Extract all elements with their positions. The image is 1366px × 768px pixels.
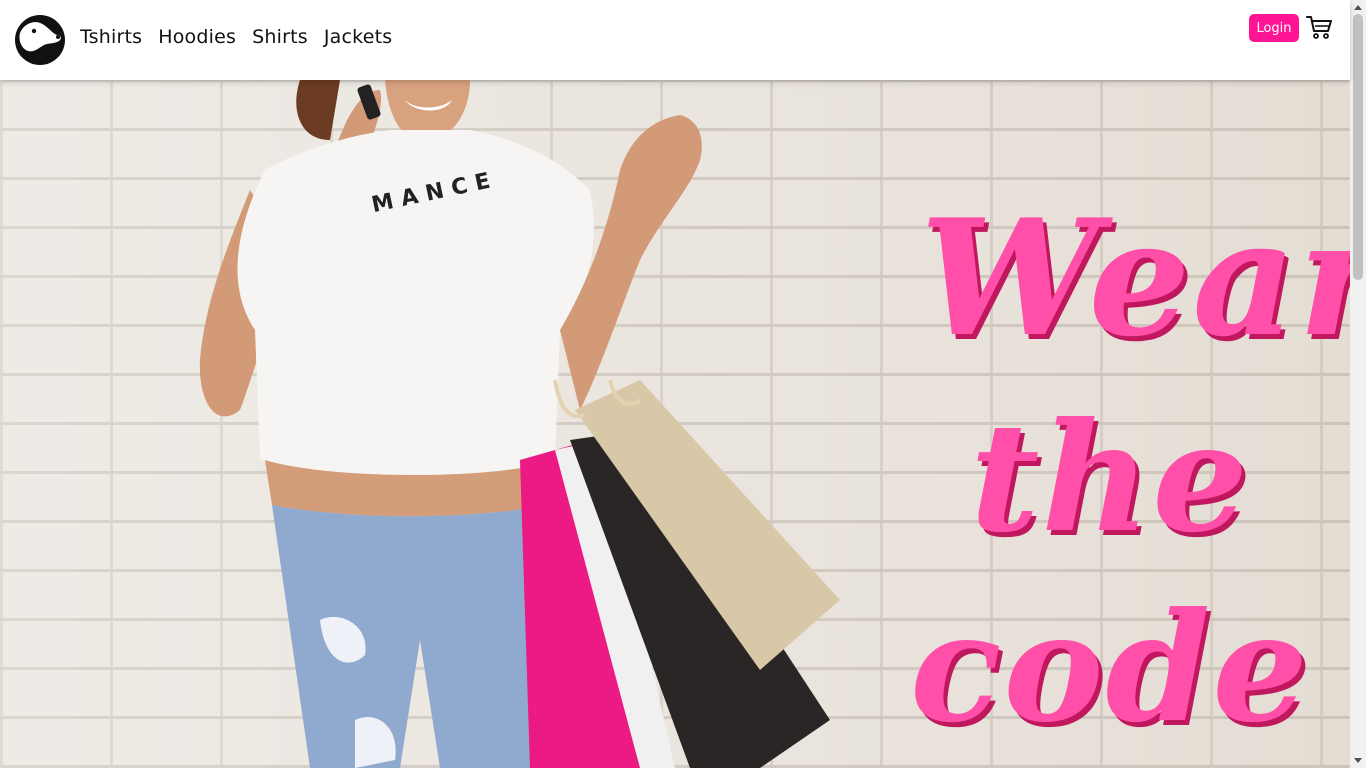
dog-head-icon[interactable] xyxy=(14,13,66,67)
scroll-down-arrow-icon[interactable] xyxy=(1354,758,1362,763)
nav-link-shirts[interactable]: Shirts xyxy=(252,26,308,48)
page-scrollbar[interactable] xyxy=(1350,0,1366,768)
login-button[interactable]: Login xyxy=(1249,14,1299,42)
scroll-thumb[interactable] xyxy=(1353,14,1363,280)
top-navbar: Tshirts Hoodies Shirts Jackets Login xyxy=(0,0,1350,80)
hero-model-image: MANCE xyxy=(199,80,840,768)
tagline-word-code: code xyxy=(910,580,1310,756)
hero-tagline: Wear the code xyxy=(880,184,1350,756)
category-nav: Tshirts Hoodies Shirts Jackets xyxy=(80,26,392,48)
scroll-up-arrow-icon[interactable] xyxy=(1354,5,1362,10)
tagline-word-wear: Wear xyxy=(920,184,1350,372)
nav-link-hoodies[interactable]: Hoodies xyxy=(158,26,236,48)
nav-link-tshirts[interactable]: Tshirts xyxy=(80,26,142,48)
hero-banner: MANCE Wear the code xyxy=(0,80,1350,768)
shopping-cart-icon[interactable] xyxy=(1306,14,1332,40)
nav-link-jackets[interactable]: Jackets xyxy=(324,26,392,48)
tagline-word-the: the xyxy=(970,390,1250,566)
